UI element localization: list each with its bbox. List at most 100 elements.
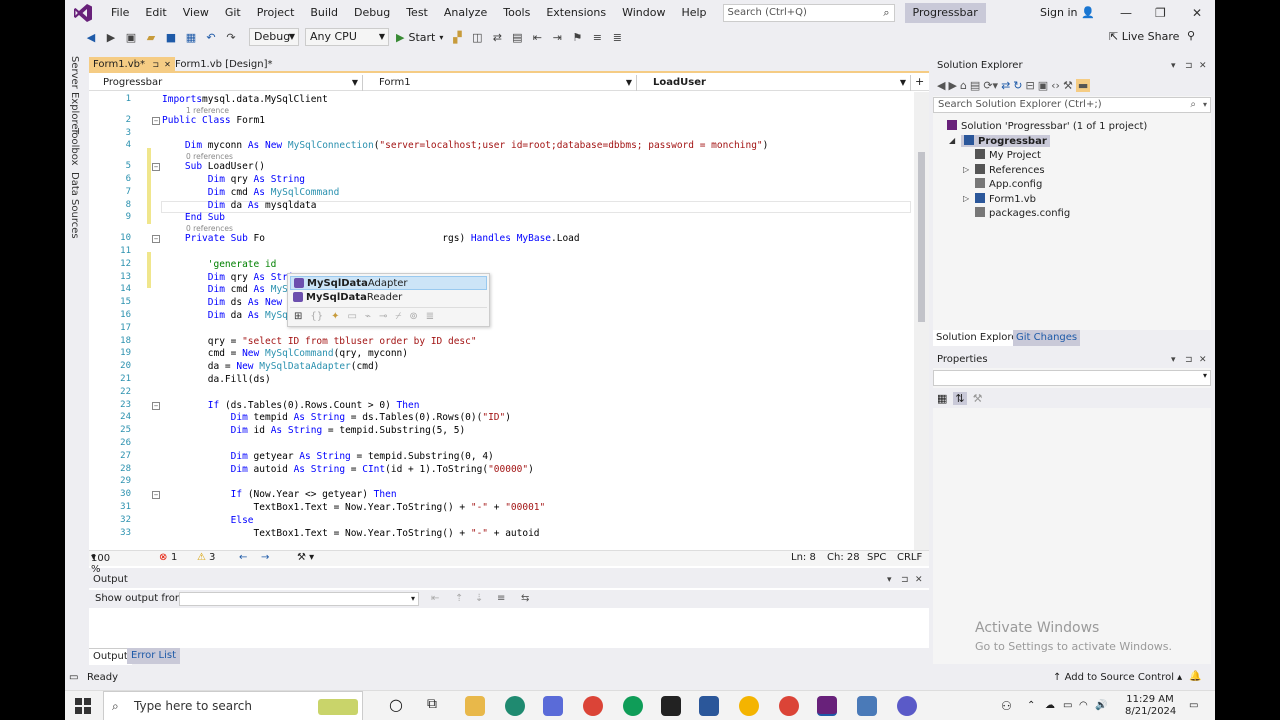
edge-icon[interactable] xyxy=(505,696,525,716)
delegate-filter-icon[interactable]: ⌁ xyxy=(365,311,371,322)
minimize-icon[interactable]: — xyxy=(1120,0,1132,26)
forward-icon[interactable]: ▶ xyxy=(948,79,956,92)
switch-views-icon[interactable]: ▤ xyxy=(970,79,980,92)
codelens-references[interactable]: 0 references xyxy=(186,224,233,233)
cortana-icon[interactable]: ○ xyxy=(389,695,403,714)
categorized-icon[interactable]: ▦ xyxy=(937,392,947,405)
notifications-icon[interactable]: 🔔 xyxy=(1189,671,1201,682)
fold-toggle-icon[interactable]: − xyxy=(152,401,160,410)
code-line[interactable]: End Sub xyxy=(162,212,225,223)
menu-analyze[interactable]: Analyze xyxy=(436,0,495,26)
close-icon[interactable]: ✕ xyxy=(915,572,923,588)
output-source-dropdown[interactable]: ▾ xyxy=(179,592,419,606)
brush-icon[interactable]: ⚒ ▾ xyxy=(297,552,314,563)
code-line[interactable]: 'generate id xyxy=(162,259,277,270)
save-all-icon[interactable]: ▦ xyxy=(183,29,199,45)
menu-edit[interactable]: Edit xyxy=(137,0,174,26)
preview-icon[interactable]: ▬ xyxy=(1075,78,1091,92)
close-icon[interactable]: ✕ xyxy=(1199,58,1207,74)
tab-error-list[interactable]: Error List xyxy=(127,648,181,664)
code-line[interactable]: Dim qry As String xyxy=(162,174,305,185)
configuration-dropdown[interactable]: Debug ▼ xyxy=(249,28,299,46)
pin-icon[interactable]: ⊐ xyxy=(1185,352,1193,368)
code-line[interactable]: Dim qry As String xyxy=(162,272,305,283)
collapsed-arrow-icon[interactable]: ▷ xyxy=(963,194,969,203)
code-line[interactable]: Dim autoid As String = CInt(id + 1).ToSt… xyxy=(162,464,534,475)
code-line[interactable]: TextBox1.Text = Now.Year.ToString() + "-… xyxy=(162,528,540,539)
pin-icon[interactable]: ⊐ xyxy=(152,60,159,69)
back-icon[interactable]: ◀ xyxy=(83,29,99,45)
line-ending-mode[interactable]: CRLF xyxy=(897,552,922,563)
menu-test[interactable]: Test xyxy=(398,0,436,26)
code-line[interactable]: If (Now.Year <> getyear) Then xyxy=(162,489,397,500)
maximize-icon[interactable]: ❐ xyxy=(1155,0,1166,26)
project-nav-dropdown[interactable]: Progressbar ▼ xyxy=(89,75,363,91)
interface-filter-icon[interactable]: ⊚ xyxy=(409,311,417,322)
property-pages-icon[interactable]: ⚒ xyxy=(973,392,983,405)
expanded-arrow-icon[interactable]: ◢ xyxy=(949,136,955,145)
next-message-icon[interactable]: ⇣ xyxy=(475,590,483,608)
completion-item-mysqldataadapter[interactable]: MySqlDataAdapter xyxy=(290,276,487,290)
code-line[interactable]: Dim cmd As MySqlCommand xyxy=(162,187,340,198)
remote-app-icon[interactable] xyxy=(857,696,877,716)
close-icon[interactable]: ✕ xyxy=(1199,352,1207,368)
refresh-icon[interactable]: ↻ xyxy=(1013,79,1022,92)
indent-icon[interactable]: ⇤ xyxy=(529,29,545,45)
server-explorer-tab[interactable]: Server Explorer xyxy=(69,56,80,134)
menu-window[interactable]: Window xyxy=(614,0,673,26)
tree-item[interactable]: Solution 'Progressbar' (1 of 1 project) xyxy=(947,120,1147,132)
error-count[interactable]: 1 xyxy=(171,552,177,563)
chrome-profile-3-icon[interactable] xyxy=(779,696,799,716)
fold-toggle-icon[interactable]: − xyxy=(152,491,160,500)
fold-toggle-icon[interactable]: − xyxy=(152,116,160,125)
tree-item[interactable]: References xyxy=(975,163,1045,176)
align-icon[interactable]: ⇄ xyxy=(489,29,505,45)
feedback-icon[interactable]: ⚲ xyxy=(1187,29,1195,42)
zoom-dropdown[interactable]: 100 % ▾ xyxy=(91,552,110,575)
menu-git[interactable]: Git xyxy=(217,0,249,26)
fold-toggle-icon[interactable]: − xyxy=(152,235,160,244)
save-icon[interactable]: ■ xyxy=(163,29,179,45)
find-message-icon[interactable]: ⇤ xyxy=(431,590,439,608)
class-filter-icon[interactable]: ✦ xyxy=(331,311,339,322)
tree-item[interactable]: Form1.vb xyxy=(975,192,1036,205)
fold-toggle-icon[interactable]: − xyxy=(152,163,160,172)
code-line[interactable]: Private Sub Fo rgs) Handles MyBase.Load xyxy=(162,233,580,244)
code-line[interactable]: Dim tempid As String = ds.Tables(0).Rows… xyxy=(162,412,511,423)
screenshot-icon[interactable]: ◫ xyxy=(469,29,485,45)
home-icon[interactable]: ⌂ xyxy=(960,79,967,92)
menu-debug[interactable]: Debug xyxy=(346,0,398,26)
show-hidden-icons-icon[interactable]: ⌃ xyxy=(1027,691,1035,720)
enum-filter-icon[interactable]: ⊸ xyxy=(379,311,387,322)
solution-explorer-search[interactable]: Search Solution Explorer (Ctrl+;) ⌕ ▾ xyxy=(933,97,1211,113)
code-line[interactable]: Dim da As mysqldata xyxy=(162,200,317,211)
code-line[interactable]: Importsmysql.data.MySqlClient xyxy=(162,94,328,105)
open-folder-icon[interactable]: ▰ xyxy=(143,29,159,45)
start-button[interactable]: ▶ Start ▾ xyxy=(396,31,443,44)
taskbar-search[interactable]: ⌕ Type here to search xyxy=(103,691,363,720)
menu-tools[interactable]: Tools xyxy=(495,0,538,26)
data-sources-tab[interactable]: Data Sources xyxy=(69,172,80,239)
toolbox-tab[interactable]: Toolbox xyxy=(69,128,80,166)
pin-icon[interactable]: ⊐ xyxy=(901,572,909,588)
code-line[interactable]: Else xyxy=(162,515,254,526)
previous-issue-icon[interactable]: ← xyxy=(239,552,247,563)
next-issue-icon[interactable]: → xyxy=(261,552,269,563)
tree-item[interactable]: packages.config xyxy=(975,207,1070,219)
forward-icon[interactable]: ▶ xyxy=(103,29,119,45)
completion-item-mysqldatareader[interactable]: MySqlDataReader xyxy=(290,291,487,305)
chevron-down-icon[interactable]: ▾ xyxy=(1203,98,1207,112)
menu-extensions[interactable]: Extensions xyxy=(538,0,614,26)
uncomment-icon[interactable]: ≣ xyxy=(609,29,625,45)
word-wrap-icon[interactable]: ⇆ xyxy=(521,590,529,608)
code-line[interactable]: Dim getyear As String = tempid.Substring… xyxy=(162,451,494,462)
member-nav-dropdown[interactable]: LoadUser ▼ xyxy=(639,75,911,91)
undo-icon[interactable]: ↶ xyxy=(203,29,219,45)
media-app-icon[interactable] xyxy=(543,696,563,716)
chrome-profile-icon[interactable] xyxy=(623,696,643,716)
struct-filter-icon[interactable]: ▭ xyxy=(348,311,357,322)
obs-icon[interactable] xyxy=(897,696,917,716)
menu-project[interactable]: Project xyxy=(249,0,303,26)
clear-all-icon[interactable]: ≡ xyxy=(497,590,505,608)
task-view-icon[interactable]: ⧉ xyxy=(427,696,437,712)
